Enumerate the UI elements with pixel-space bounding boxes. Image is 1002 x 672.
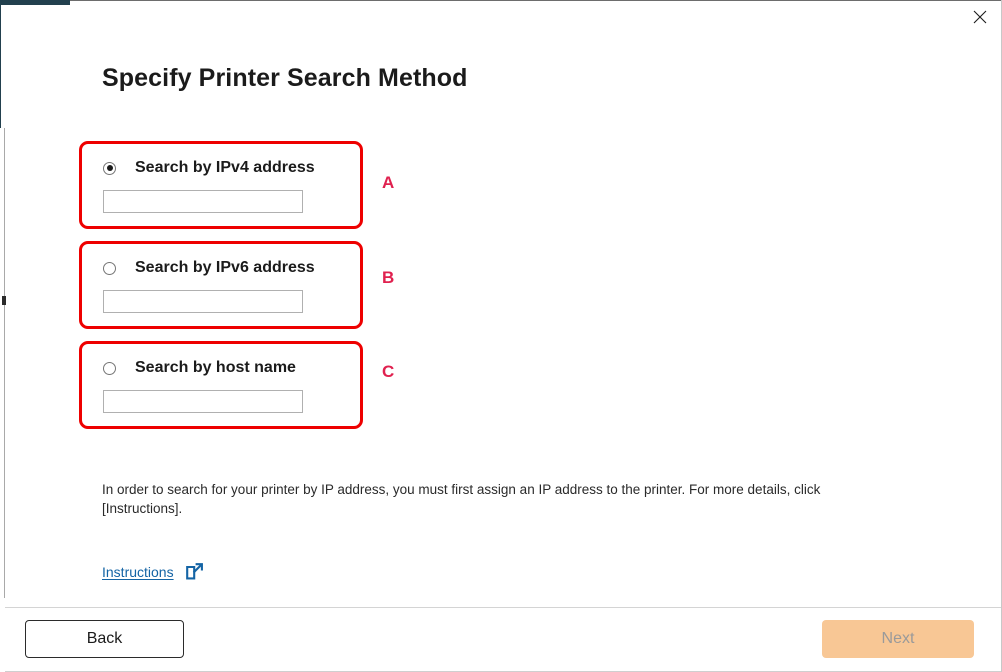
option-ipv6-label: Search by IPv6 address — [135, 259, 315, 276]
option-ipv4-row[interactable]: Search by IPv4 address — [82, 157, 360, 179]
search-method-options: Search by IPv4 address Search by IPv6 ad… — [79, 141, 379, 441]
instructions-link-label: Instructions — [102, 563, 174, 580]
window-top-border — [70, 0, 1002, 1]
annotation-label-b: B — [382, 268, 395, 287]
option-ipv4-label: Search by IPv4 address — [135, 159, 315, 176]
option-hostname[interactable]: Search by host name — [79, 341, 363, 429]
radio-ipv6[interactable] — [103, 261, 116, 275]
close-button[interactable] — [962, 3, 998, 31]
external-link-icon — [185, 562, 204, 581]
close-icon — [973, 10, 987, 24]
option-ipv4[interactable]: Search by IPv4 address — [79, 141, 363, 229]
ipv6-address-input[interactable] — [103, 290, 303, 313]
back-button[interactable]: Back — [25, 620, 184, 658]
option-hostname-label: Search by host name — [135, 359, 296, 376]
option-hostname-row[interactable]: Search by host name — [82, 357, 360, 379]
description-text: In order to search for your printer by I… — [102, 482, 821, 516]
ipv4-address-input[interactable] — [103, 190, 303, 213]
radio-hostname[interactable] — [103, 361, 116, 375]
radio-ipv4[interactable] — [103, 161, 116, 175]
window-left-rail-marker — [2, 296, 6, 305]
window-accent-bar — [0, 0, 70, 5]
annotation-label-c: C — [382, 362, 395, 381]
option-ipv6-row[interactable]: Search by IPv6 address — [82, 257, 360, 279]
instructions-link[interactable]: Instructions — [102, 562, 204, 581]
option-ipv6[interactable]: Search by IPv6 address — [79, 241, 363, 329]
window-left-rail — [4, 128, 5, 598]
hostname-input[interactable] — [103, 390, 303, 413]
page-title: Specify Printer Search Method — [102, 64, 468, 92]
window-left-edge — [0, 0, 1, 128]
printer-setup-dialog: Specify Printer Search Method Search by … — [0, 0, 1002, 672]
next-button[interactable]: Next — [822, 620, 974, 658]
footer-divider — [5, 607, 1001, 608]
annotation-label-a: A — [382, 173, 395, 192]
